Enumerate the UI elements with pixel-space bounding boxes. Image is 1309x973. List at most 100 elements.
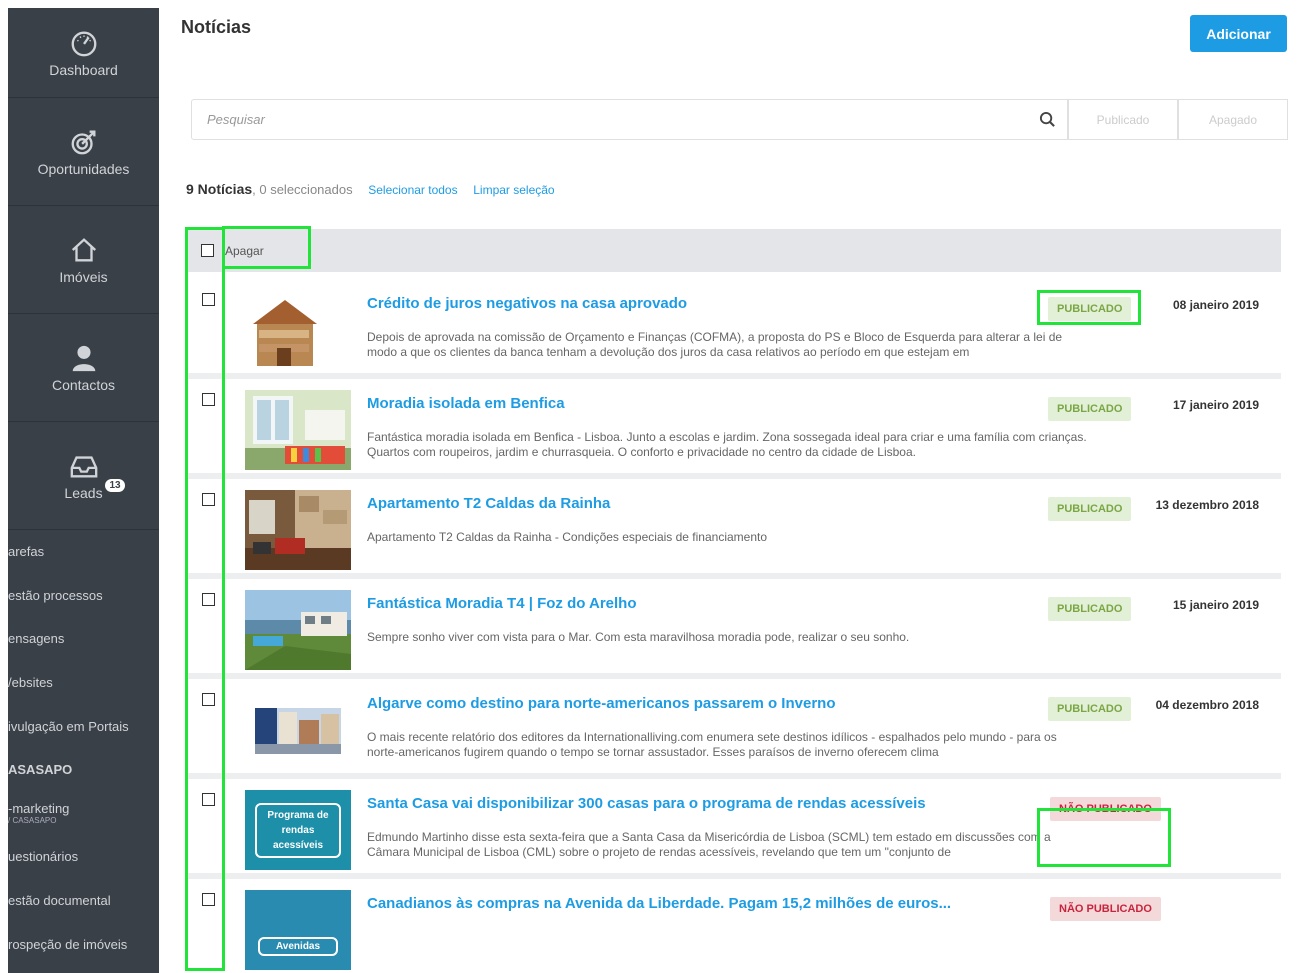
status-badge: PUBLICADO [1048, 597, 1132, 621]
leads-label-wrap: Leads 13 [64, 478, 125, 501]
sidebar-link-casasapo[interactable]: ASASAPO [8, 748, 159, 792]
row-checkbox[interactable] [202, 393, 215, 406]
news-thumbnail [245, 490, 351, 570]
bulk-actions-bar: Apagar [186, 229, 1281, 272]
leads-count-badge: 13 [105, 478, 125, 492]
news-title[interactable]: Santa Casa vai disponibilizar 300 casas … [367, 795, 926, 812]
news-title[interactable]: Fantástica Moradia T4 | Foz do Arelho [367, 595, 637, 612]
sidebar-link-emarketing[interactable]: -marketing / CASASAPO [8, 792, 159, 836]
news-date: 15 janeiro 2019 [1172, 598, 1259, 612]
sidebar-item-label: Leads [64, 484, 103, 501]
status-badge: PUBLICADO [1048, 397, 1132, 421]
news-description: Depois de aprovada na comissão de Orçame… [367, 330, 1063, 359]
news-description: O mais recente relatório dos editores da… [367, 730, 1057, 759]
status-badge: PUBLICADO [1048, 497, 1132, 521]
news-thumbnail: Programa de rendas acessíveis [245, 790, 351, 870]
news-date: 08 janeiro 2019 [1172, 298, 1259, 312]
news-list: Crédito de juros negativos na casa aprov… [186, 279, 1281, 973]
sidebar-item-leads[interactable]: Leads 13 [8, 422, 159, 530]
news-description: Edmundo Martinho disse esta sexta-feira … [367, 830, 1051, 859]
select-all-checkbox[interactable] [201, 244, 214, 257]
news-description: Sempre sonho viver com vista para o Mar.… [367, 630, 910, 644]
sidebar-link-questionarios[interactable]: uestionários [8, 835, 159, 879]
filter-apagado[interactable]: Apagado [1178, 99, 1288, 140]
sidebar-link-divulgacao-portais[interactable]: ivulgação em Portais [8, 704, 159, 748]
row-checkbox[interactable] [202, 493, 215, 506]
news-title[interactable]: Apartamento T2 Caldas da Rainha [367, 495, 610, 512]
row-checkbox[interactable] [202, 693, 215, 706]
sidebar-item-imoveis[interactable]: Imóveis [8, 206, 159, 314]
row-checkbox[interactable] [202, 593, 215, 606]
selection-summary: 9 Notícias, 0 seleccionados Selecionar t… [186, 181, 555, 197]
news-row: Moradia isolada em Benfica Fantástica mo… [186, 379, 1281, 479]
sidebar-link-gestao-documental[interactable]: estão documental [8, 879, 159, 923]
news-thumbnail [245, 390, 351, 470]
news-date: 17 janeiro 2019 [1172, 398, 1259, 412]
news-thumbnail: Avenidas [245, 890, 351, 970]
news-row: Apartamento T2 Caldas da Rainha Apartame… [186, 479, 1281, 579]
row-checkbox[interactable] [202, 893, 215, 906]
sidebar-item-oportunidades[interactable]: Oportunidades [8, 98, 159, 206]
thumbnail-caption: Avenidas [258, 937, 338, 956]
sidebar-item-dashboard[interactable]: Dashboard [8, 8, 159, 98]
sidebar-link-label: rospeção de imóveis [8, 936, 128, 952]
sidebar: Dashboard Oportunidades Imóveis Contacto… [8, 8, 159, 973]
news-thumbnail [245, 690, 351, 770]
sidebar-link-label: -marketing [8, 801, 70, 817]
sidebar-item-contactos[interactable]: Contactos [8, 314, 159, 422]
news-title[interactable]: Algarve como destino para norte-american… [367, 695, 836, 712]
sidebar-link-label: arefas [8, 544, 45, 560]
sidebar-link-sublabel: / CASASAPO [8, 816, 57, 826]
target-icon [71, 130, 95, 154]
row-checkbox[interactable] [202, 293, 215, 306]
filter-publicado[interactable]: Publicado [1068, 99, 1178, 140]
news-description: Fantástica moradia isolada em Benfica - … [367, 430, 1087, 459]
select-all-link[interactable]: Selecionar todos [368, 183, 457, 197]
news-title[interactable]: Crédito de juros negativos na casa aprov… [367, 295, 687, 312]
status-badge: NÃO PUBLICADO [1050, 897, 1161, 921]
page-title: Notícias [181, 17, 252, 37]
news-description: Apartamento T2 Caldas da Rainha - Condiç… [367, 530, 768, 544]
sidebar-link-label: uestionários [8, 849, 79, 865]
sidebar-link-label: estão documental [8, 893, 111, 909]
sidebar-link-label: estão processos [8, 587, 103, 603]
sidebar-link-websites[interactable]: /ebsites [8, 661, 159, 705]
search-bar [191, 99, 1068, 140]
sidebar-link-tarefas[interactable]: arefas [8, 530, 159, 574]
news-date: 04 dezembro 2018 [1155, 698, 1259, 712]
news-row: Avenidas Canadianos às compras na Avenid… [186, 879, 1281, 973]
news-title[interactable]: Moradia isolada em Benfica [367, 395, 565, 412]
sidebar-link-mensagens[interactable]: ensagens [8, 617, 159, 661]
news-row: Fantástica Moradia T4 | Foz do Arelho Se… [186, 579, 1281, 679]
dashboard-icon [71, 31, 96, 56]
status-badge: PUBLICADO [1048, 297, 1132, 321]
news-thumbnail [245, 290, 351, 370]
sidebar-link-prospecao-imoveis[interactable]: rospeção de imóveis [8, 922, 159, 966]
user-icon [72, 345, 95, 371]
inbox-icon [70, 455, 97, 477]
sidebar-link-gestao-processos[interactable]: estão processos [8, 574, 159, 618]
news-title[interactable]: Canadianos às compras na Avenida da Libe… [367, 895, 951, 912]
news-row: Algarve como destino para norte-american… [186, 679, 1281, 779]
add-button[interactable]: Adicionar [1190, 15, 1287, 52]
row-checkbox[interactable] [202, 793, 215, 806]
thumbnail-caption: Programa de rendas acessíveis [255, 802, 341, 858]
bulk-delete-button[interactable]: Apagar [225, 244, 264, 258]
sidebar-item-label: Oportunidades [37, 160, 130, 177]
sidebar-link-label: ensagens [8, 631, 65, 647]
sidebar-item-label: Imóveis [59, 268, 108, 285]
clear-selection-link[interactable]: Limpar seleção [473, 183, 554, 197]
sidebar-link-label: ivulgação em Portais [8, 718, 129, 734]
status-badge: NÃO PUBLICADO [1050, 797, 1161, 821]
sidebar-item-label: Contactos [51, 376, 116, 393]
news-date: 13 dezembro 2018 [1155, 498, 1259, 512]
news-thumbnail [245, 590, 351, 670]
sidebar-item-label: Dashboard [49, 61, 118, 78]
news-row: Crédito de juros negativos na casa aprov… [186, 279, 1281, 379]
news-count: 9 Notícias [186, 181, 253, 197]
sidebar-link-label: /ebsites [8, 675, 53, 691]
sidebar-link-label: ASASAPO [8, 762, 73, 778]
status-badge: PUBLICADO [1048, 697, 1132, 721]
search-input[interactable] [192, 100, 1027, 139]
search-icon[interactable] [1027, 111, 1067, 128]
